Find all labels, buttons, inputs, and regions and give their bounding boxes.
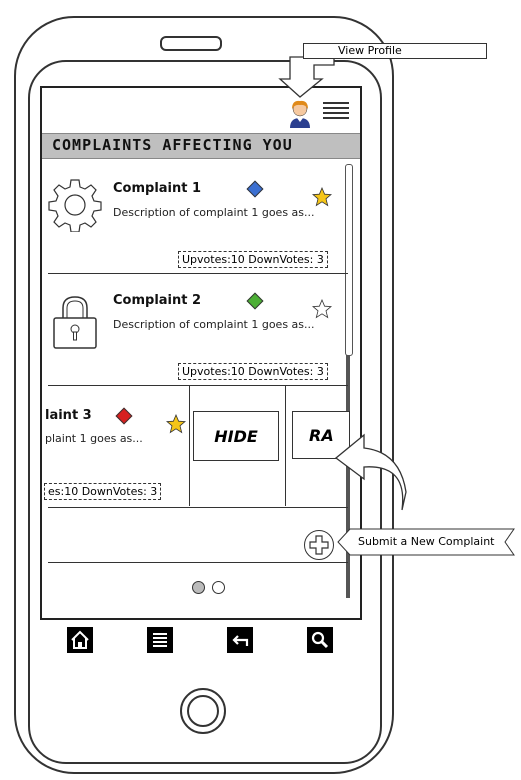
gear-icon <box>48 179 102 232</box>
vote-counts: Upvotes:10 DownVotes: 3 <box>178 251 328 268</box>
complaint-description: Description of complaint 1 goes as... <box>113 206 315 219</box>
swipe-divider <box>285 386 286 506</box>
list-divider <box>48 507 348 508</box>
star-filled-icon[interactable] <box>166 414 186 434</box>
star-outline-icon[interactable] <box>312 299 332 319</box>
complaint-item[interactable]: Complaint 2 Description of complaint 1 g… <box>42 274 348 386</box>
view-profile-callout: View Profile <box>303 43 487 59</box>
vote-counts: Upvotes:10 DownVotes: 3 <box>178 363 328 380</box>
list-icon[interactable] <box>147 627 173 653</box>
system-nav-bar <box>67 627 333 655</box>
page-title: COMPLAINTS AFFECTING YOU <box>52 136 293 154</box>
page-dot-active[interactable] <box>192 581 205 594</box>
complaint-title: Complaint 1 <box>113 181 202 196</box>
hide-button[interactable]: HIDE <box>193 411 279 461</box>
hardware-home-button[interactable] <box>180 688 226 734</box>
lock-icon <box>53 296 97 349</box>
priority-diamond-icon <box>246 180 264 198</box>
star-filled-icon[interactable] <box>312 187 332 207</box>
add-complaint-button[interactable] <box>304 530 334 560</box>
phone-speaker <box>160 36 222 51</box>
complaint-description: Description of complaint 1 goes as... <box>113 318 315 331</box>
profile-avatar-icon[interactable] <box>287 98 313 128</box>
priority-diamond-icon <box>246 292 264 310</box>
swipe-divider <box>189 386 190 506</box>
app-screen: COMPLAINTS AFFECTING YOU Complaint 1 Des… <box>40 86 362 620</box>
submit-callout: Submit a New Complaint <box>337 528 517 556</box>
complaint-description: plaint 1 goes as... <box>45 432 143 445</box>
hamburger-menu-icon[interactable] <box>321 100 351 122</box>
page-title-bar: COMPLAINTS AFFECTING YOU <box>42 133 360 159</box>
complaint-item[interactable]: Complaint 1 Description of complaint 1 g… <box>42 162 348 274</box>
back-icon[interactable] <box>227 627 253 653</box>
complaint-title: Complaint 2 <box>113 293 202 308</box>
complaint-title: laint 3 <box>45 408 92 423</box>
home-icon[interactable] <box>67 627 93 653</box>
priority-diamond-icon <box>115 407 133 425</box>
vote-counts: es:10 DownVotes: 3 <box>44 483 162 500</box>
swipe-left-arrow-icon <box>334 433 407 511</box>
page-dot[interactable] <box>212 581 225 594</box>
search-icon[interactable] <box>307 627 333 653</box>
list-divider <box>48 562 348 563</box>
submit-callout-label: Submit a New Complaint <box>358 535 495 548</box>
view-profile-arrow-icon <box>278 56 335 98</box>
view-profile-label: View Profile <box>338 44 402 57</box>
